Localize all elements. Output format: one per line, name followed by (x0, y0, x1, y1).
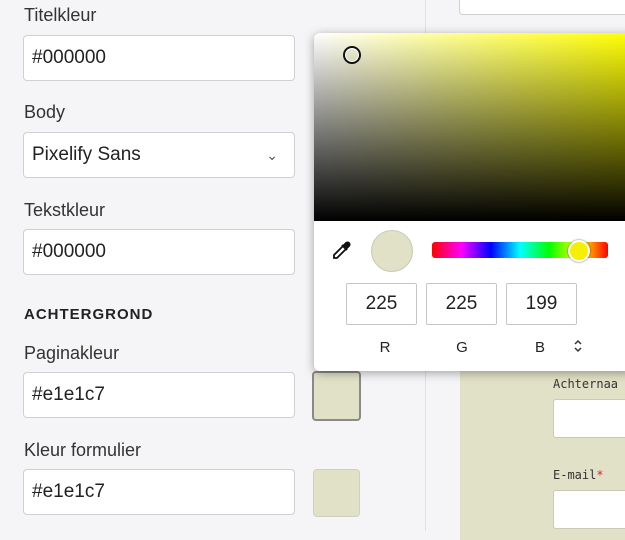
color-mode-toggle-icon[interactable] (573, 339, 583, 356)
red-input[interactable]: 225 (346, 283, 417, 325)
tekstkleur-label: Tekstkleur (24, 200, 106, 220)
titelkleur-input[interactable]: #000000 (23, 35, 295, 81)
paginakleur-swatch[interactable] (312, 371, 361, 421)
preview-top-input[interactable] (459, 0, 625, 15)
required-mark: * (596, 468, 604, 482)
eyedropper-icon[interactable] (330, 238, 354, 267)
titelkleur-label: Titelkleur (24, 5, 97, 25)
achtergrond-heading: ACHTERGROND (24, 306, 154, 323)
email-input[interactable] (553, 490, 625, 529)
green-input[interactable]: 225 (426, 283, 497, 325)
red-label: R (379, 339, 391, 356)
kleur-formulier-label: Kleur formulier (24, 440, 142, 460)
tekstkleur-input[interactable]: #000000 (23, 229, 295, 275)
saturation-value-area[interactable] (314, 33, 625, 221)
body-font-value: Pixelify Sans (32, 144, 141, 165)
body-font-select[interactable]: Pixelify Sans ⌄ (23, 132, 295, 178)
chevron-down-icon: ⌄ (266, 147, 278, 163)
saturation-value-handle[interactable] (343, 46, 361, 64)
hue-slider-handle[interactable] (568, 240, 590, 262)
email-label: E-mail* (553, 468, 604, 482)
achternaam-label: Achternaa (553, 377, 619, 391)
paginakleur-label: Paginakleur (24, 343, 120, 363)
current-color-preview (371, 230, 413, 272)
form-preview: Achternaa E-mail* (460, 360, 625, 540)
kleur-formulier-swatch[interactable] (313, 469, 360, 517)
achternaam-input[interactable] (553, 399, 625, 438)
blue-input[interactable]: 199 (506, 283, 577, 325)
body-font-label: Body (24, 102, 66, 122)
blue-label: B (534, 339, 545, 356)
kleur-formulier-input[interactable]: #e1e1c7 (23, 469, 295, 515)
color-picker: 225 225 199 R G B (314, 33, 625, 371)
email-label-text: E-mail (553, 468, 597, 482)
green-label: G (456, 339, 468, 356)
paginakleur-input[interactable]: #e1e1c7 (23, 372, 295, 418)
